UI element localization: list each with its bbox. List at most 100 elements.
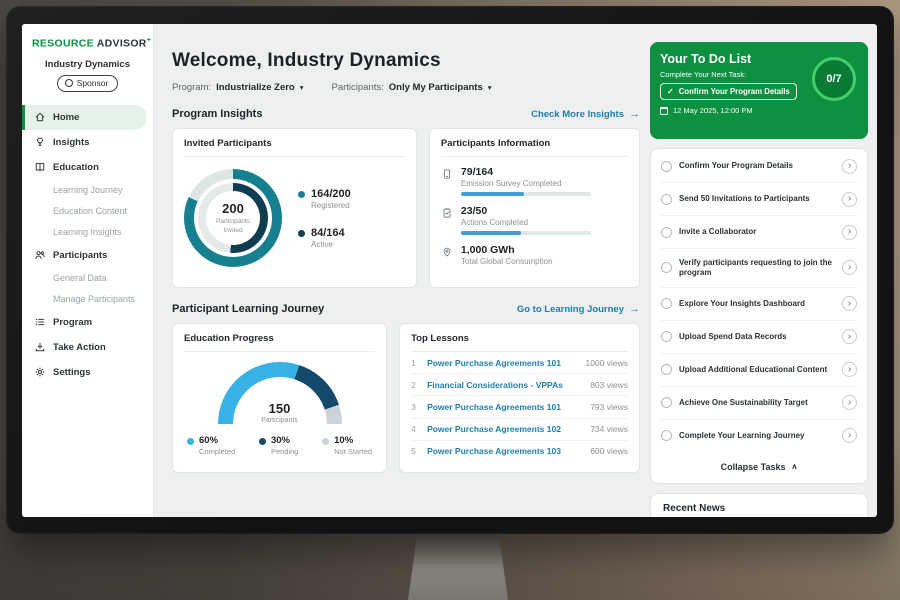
collapse-tasks-button[interactable]: Collapse Tasks ∧ — [661, 452, 857, 482]
chevron-right-icon[interactable]: › — [842, 296, 857, 311]
education-progress-card: Education Progress 150 Participants — [172, 323, 387, 473]
participants-information-card: Participants Information 79/164 Emission… — [429, 128, 640, 288]
page-title: Welcome, Industry Dynamics — [172, 50, 640, 72]
sidebar-item-home[interactable]: Home — [22, 105, 147, 130]
program-filter[interactable]: Program: Industrialize Zero ▾ — [172, 82, 304, 93]
sidebar-item-program[interactable]: Program — [22, 310, 153, 335]
task-list-card: Confirm Your Program Details › Send 50 I… — [650, 148, 868, 484]
task-row[interactable]: Verify participants requesting to join t… — [661, 249, 857, 288]
participants-icon — [34, 249, 46, 261]
sidebar: RESOURCE ADVISOR+ Industry Dynamics Spon… — [22, 24, 154, 517]
sidebar-nav: Home Insights Education Learning Journey… — [22, 105, 153, 385]
sidebar-item-education[interactable]: Education — [22, 155, 153, 180]
chevron-right-icon[interactable]: › — [842, 395, 857, 410]
chevron-down-icon: ▾ — [488, 83, 492, 92]
chevron-up-icon: ∧ — [792, 462, 798, 471]
go-to-learning-journey-link[interactable]: Go to Learning Journey → — [517, 303, 640, 315]
lesson-link[interactable]: Power Purchase Agreements 101 — [427, 358, 577, 368]
sidebar-item-general-data[interactable]: General Data — [22, 268, 153, 289]
task-checkbox[interactable] — [661, 161, 672, 172]
chevron-right-icon[interactable]: › — [842, 192, 857, 207]
org-name: Industry Dynamics — [22, 59, 153, 70]
check-icon: ✓ — [667, 87, 674, 96]
task-checkbox[interactable] — [661, 298, 672, 309]
settings-icon — [34, 366, 46, 378]
arrow-right-icon: → — [629, 303, 640, 315]
main-content: Welcome, Industry Dynamics Program: Indu… — [154, 24, 650, 517]
right-panel: Your To Do List Complete Your Next Task:… — [650, 42, 868, 517]
sidebar-item-participants[interactable]: Participants — [22, 243, 153, 268]
task-row[interactable]: Upload Spend Data Records › — [661, 321, 857, 354]
program-icon — [34, 316, 46, 328]
legend-dot — [187, 438, 194, 445]
task-row[interactable]: Achieve One Sustainability Target › — [661, 387, 857, 420]
sidebar-item-insights[interactable]: Insights — [22, 130, 153, 155]
legend-registered: 164/200 Registered — [298, 188, 351, 210]
chevron-right-icon[interactable]: › — [842, 225, 857, 240]
task-row[interactable]: Invite a Collaborator › — [661, 216, 857, 249]
lesson-row: 3 Power Purchase Agreements 101 793 view… — [411, 396, 628, 418]
education-icon — [34, 161, 46, 173]
task-checkbox[interactable] — [661, 262, 672, 273]
sidebar-item-settings[interactable]: Settings — [22, 360, 153, 385]
task-checkbox[interactable] — [661, 397, 672, 408]
sidebar-item-manage-participants[interactable]: Manage Participants — [22, 289, 153, 310]
sidebar-item-learning-insights[interactable]: Learning Insights — [22, 222, 153, 243]
chevron-right-icon[interactable]: › — [842, 362, 857, 377]
lesson-row: 5 Power Purchase Agreements 103 600 view… — [411, 441, 628, 462]
program-insights-header: Program Insights Check More Insights → — [172, 108, 640, 120]
survey-icon — [441, 167, 453, 196]
sponsor-badge[interactable]: Sponsor — [57, 75, 119, 92]
lesson-link[interactable]: Power Purchase Agreements 101 — [427, 402, 582, 412]
chevron-right-icon[interactable]: › — [842, 329, 857, 344]
check-more-insights-link[interactable]: Check More Insights → — [531, 108, 640, 120]
chevron-right-icon[interactable]: › — [842, 428, 857, 443]
info-progress-fill — [461, 192, 524, 196]
app-logo: RESOURCE ADVISOR+ — [22, 24, 153, 50]
next-task-chip[interactable]: ✓ Confirm Your Program Details — [660, 83, 797, 100]
calendar-icon — [660, 107, 668, 115]
legend-not-started: 10% Not Started — [322, 435, 372, 456]
info-row-survey: 79/164 Emission Survey Completed — [441, 157, 628, 196]
chevron-right-icon[interactable]: › — [842, 260, 857, 275]
legend-active: 84/164 Active — [298, 227, 351, 249]
task-row[interactable]: Upload Additional Educational Content › — [661, 354, 857, 387]
task-row[interactable]: Explore Your Insights Dashboard › — [661, 288, 857, 321]
task-row[interactable]: Complete Your Learning Journey › — [661, 420, 857, 452]
chevron-right-icon[interactable]: › — [842, 159, 857, 174]
task-checkbox[interactable] — [661, 430, 672, 441]
lesson-link[interactable]: Financial Considerations - VPPAs — [427, 380, 582, 390]
take-action-icon — [34, 341, 46, 353]
participants-filter[interactable]: Participants: Only My Participants ▾ — [332, 82, 492, 93]
arrow-right-icon: → — [629, 108, 640, 120]
todo-summary-card: Your To Do List Complete Your Next Task:… — [650, 42, 868, 139]
lesson-link[interactable]: Power Purchase Agreements 102 — [427, 424, 582, 434]
legend-pending: 30% Pending — [259, 435, 299, 456]
task-row[interactable]: Confirm Your Program Details › — [661, 150, 857, 183]
sidebar-item-learning-journey[interactable]: Learning Journey — [22, 180, 153, 201]
monitor-bezel: RESOURCE ADVISOR+ Industry Dynamics Spon… — [6, 6, 894, 534]
sidebar-item-take-action[interactable]: Take Action — [22, 335, 153, 360]
gauge-legend: 60% Completed 30% Pending — [184, 435, 375, 456]
app-window: RESOURCE ADVISOR+ Industry Dynamics Spon… — [22, 24, 877, 517]
task-checkbox[interactable] — [661, 227, 672, 238]
sidebar-item-education-content[interactable]: Education Content — [22, 201, 153, 222]
progress-track — [461, 231, 591, 235]
task-checkbox[interactable] — [661, 331, 672, 342]
lesson-row: 1 Power Purchase Agreements 101 1000 vie… — [411, 352, 628, 374]
top-lessons-card: Top Lessons 1 Power Purchase Agreements … — [399, 323, 640, 473]
legend-dot — [298, 230, 305, 237]
lesson-link[interactable]: Power Purchase Agreements 103 — [427, 446, 582, 456]
invited-participants-card: Invited Participants 200 Participants In… — [172, 128, 417, 288]
sponsor-icon — [65, 79, 73, 87]
info-row-actions: 23/50 Actions Completed — [441, 196, 628, 235]
chevron-down-icon: ▾ — [300, 83, 304, 92]
task-row[interactable]: Send 50 Invitations to Participants › — [661, 183, 857, 216]
task-checkbox[interactable] — [661, 364, 672, 375]
filters-row: Program: Industrialize Zero ▾ Participan… — [172, 82, 640, 93]
task-checkbox[interactable] — [661, 194, 672, 205]
invited-donut-chart: 200 Participants Invited — [184, 169, 282, 267]
legend-dot — [259, 438, 266, 445]
legend-dot — [298, 191, 305, 198]
location-icon — [441, 245, 453, 266]
